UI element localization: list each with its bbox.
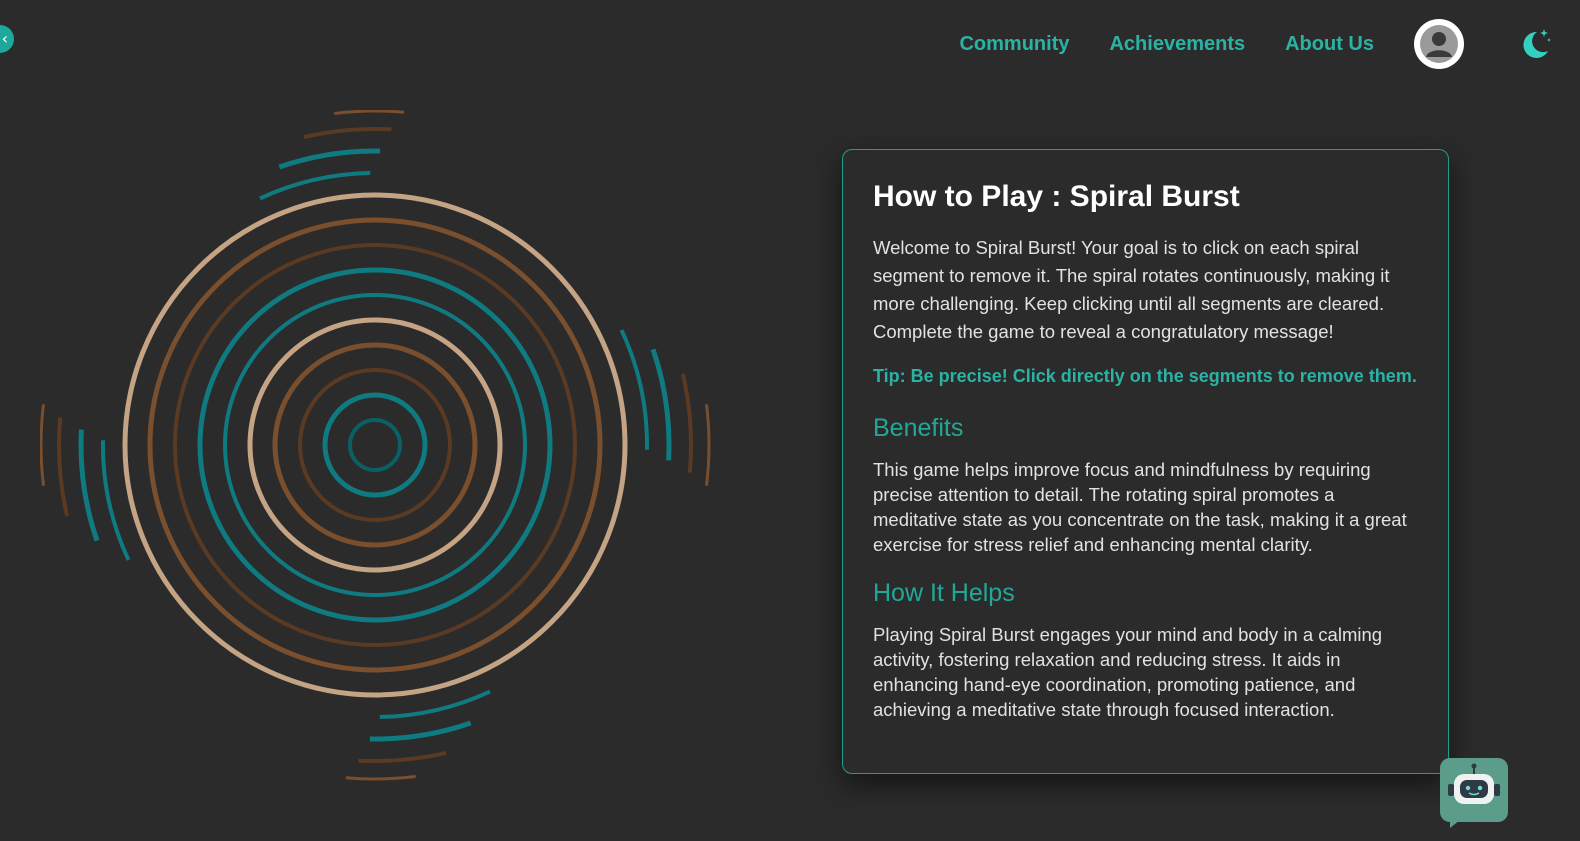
burst-arm-1-segment-2[interactable]: [278, 148, 381, 170]
burst-arm-4-segment-2[interactable]: [78, 429, 100, 542]
user-avatar-icon: [1420, 25, 1458, 63]
chevron-left-icon: ‹: [1, 29, 8, 48]
tip-text: Tip: Be precise! Click directly on the s…: [873, 366, 1417, 386]
spiral-game-area[interactable]: [39, 109, 720, 790]
back-button[interactable]: ‹: [0, 25, 14, 53]
intro-text: Welcome to Spiral Burst! Your goal is to…: [873, 237, 1390, 342]
burst-arm-4-segment-3[interactable]: [57, 417, 70, 517]
how-it-helps-heading: How It Helps: [873, 579, 1015, 607]
spiral-ring-3[interactable]: [272, 342, 478, 548]
spiral-ring-8[interactable]: [147, 217, 603, 673]
page-title: How to Play : Spiral Burst: [873, 180, 1240, 213]
moon-stars-icon[interactable]: [1516, 26, 1552, 62]
burst-arm-3-segment-2[interactable]: [369, 720, 472, 742]
nav-link-about-us[interactable]: About Us: [1285, 33, 1374, 56]
burst-arm-3-segment-3[interactable]: [358, 750, 447, 763]
profile-avatar[interactable]: [1414, 19, 1464, 69]
burst-arm-2-segment-3[interactable]: [680, 373, 693, 473]
burst-arm-2-segment-4[interactable]: [705, 404, 711, 486]
benefits-text: This game helps improve focus and mindfu…: [873, 459, 1407, 555]
nav-link-achievements[interactable]: Achievements: [1109, 33, 1245, 56]
top-nav: Community Achievements About Us: [959, 0, 1580, 88]
chatbot-button[interactable]: [1440, 758, 1508, 828]
burst-arm-3-segment-4[interactable]: [345, 775, 416, 781]
how-to-play-card: How to Play : Spiral Burst Welcome to Sp…: [842, 149, 1449, 774]
spiral-ring-5[interactable]: [223, 293, 527, 597]
spiral-ring-core[interactable]: [348, 418, 402, 472]
burst-arm-1-segment-4[interactable]: [334, 109, 405, 115]
spiral-ring-7[interactable]: [173, 243, 577, 647]
spiral-ring-1[interactable]: [322, 392, 428, 498]
spiral-burst-canvas[interactable]: [39, 109, 720, 790]
robot-icon: [1440, 758, 1508, 828]
spiral-ring-4[interactable]: [247, 317, 503, 573]
benefits-heading: Benefits: [873, 414, 964, 442]
how-it-helps-text: Playing Spiral Burst engages your mind a…: [873, 624, 1383, 720]
burst-arm-4-segment-4[interactable]: [39, 404, 45, 486]
burst-arm-2-segment-2[interactable]: [650, 348, 672, 461]
burst-arm-1-segment-3[interactable]: [303, 127, 392, 140]
nav-link-community[interactable]: Community: [959, 33, 1069, 56]
